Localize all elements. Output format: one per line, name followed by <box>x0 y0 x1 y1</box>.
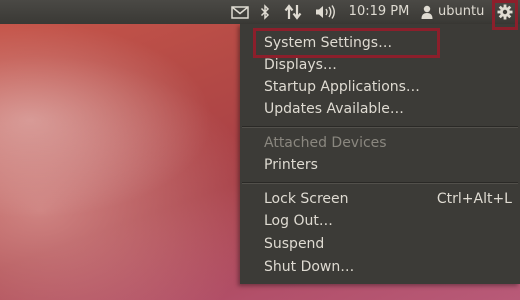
bluetooth-icon[interactable] <box>257 0 273 24</box>
menu-item-lock-screen[interactable]: Lock Screen Ctrl+Alt+L <box>240 188 520 210</box>
user-menu[interactable]: ubuntu <box>438 0 488 24</box>
network-icon[interactable] <box>282 0 304 24</box>
menu-item-startup-applications[interactable]: Startup Applications… <box>240 76 520 98</box>
menu-item-shortcut: Ctrl+Alt+L <box>436 191 512 207</box>
top-panel: 10:19 PM ubuntu <box>0 0 520 24</box>
session-menu: System Settings… Displays… Startup Appli… <box>240 24 520 284</box>
menu-item-label: Updates Available… <box>264 101 404 117</box>
menu-item-label: Attached Devices <box>264 135 387 151</box>
user-name: ubuntu <box>438 4 485 19</box>
menu-item-shut-down[interactable]: Shut Down… <box>240 256 520 278</box>
mail-icon[interactable] <box>230 0 250 24</box>
menu-item-suspend[interactable]: Suspend <box>240 233 520 255</box>
gear-highlight <box>492 0 518 30</box>
desktop: { "panel": { "time": "10:19 PM", "user":… <box>0 0 520 300</box>
menu-separator <box>242 126 518 128</box>
system-settings-highlight <box>253 28 440 58</box>
menu-item-log-out[interactable]: Log Out… <box>240 210 520 232</box>
menu-item-label: Suspend <box>264 236 325 252</box>
menu-item-updates-available[interactable]: Updates Available… <box>240 98 520 120</box>
user-icon <box>420 0 434 24</box>
menu-item-label: Lock Screen <box>264 191 349 207</box>
menu-item-label: Printers <box>264 157 318 173</box>
menu-item-label: Log Out… <box>264 213 333 229</box>
clock-time: 10:19 PM <box>348 4 410 19</box>
clock[interactable]: 10:19 PM <box>348 0 410 24</box>
menu-item-label: Shut Down… <box>264 259 355 275</box>
menu-separator <box>242 182 518 184</box>
volume-icon[interactable] <box>313 0 337 24</box>
menu-item-printers[interactable]: Printers <box>240 154 520 176</box>
menu-item-attached-devices: Attached Devices <box>240 132 520 154</box>
menu-item-label: Startup Applications… <box>264 79 420 95</box>
